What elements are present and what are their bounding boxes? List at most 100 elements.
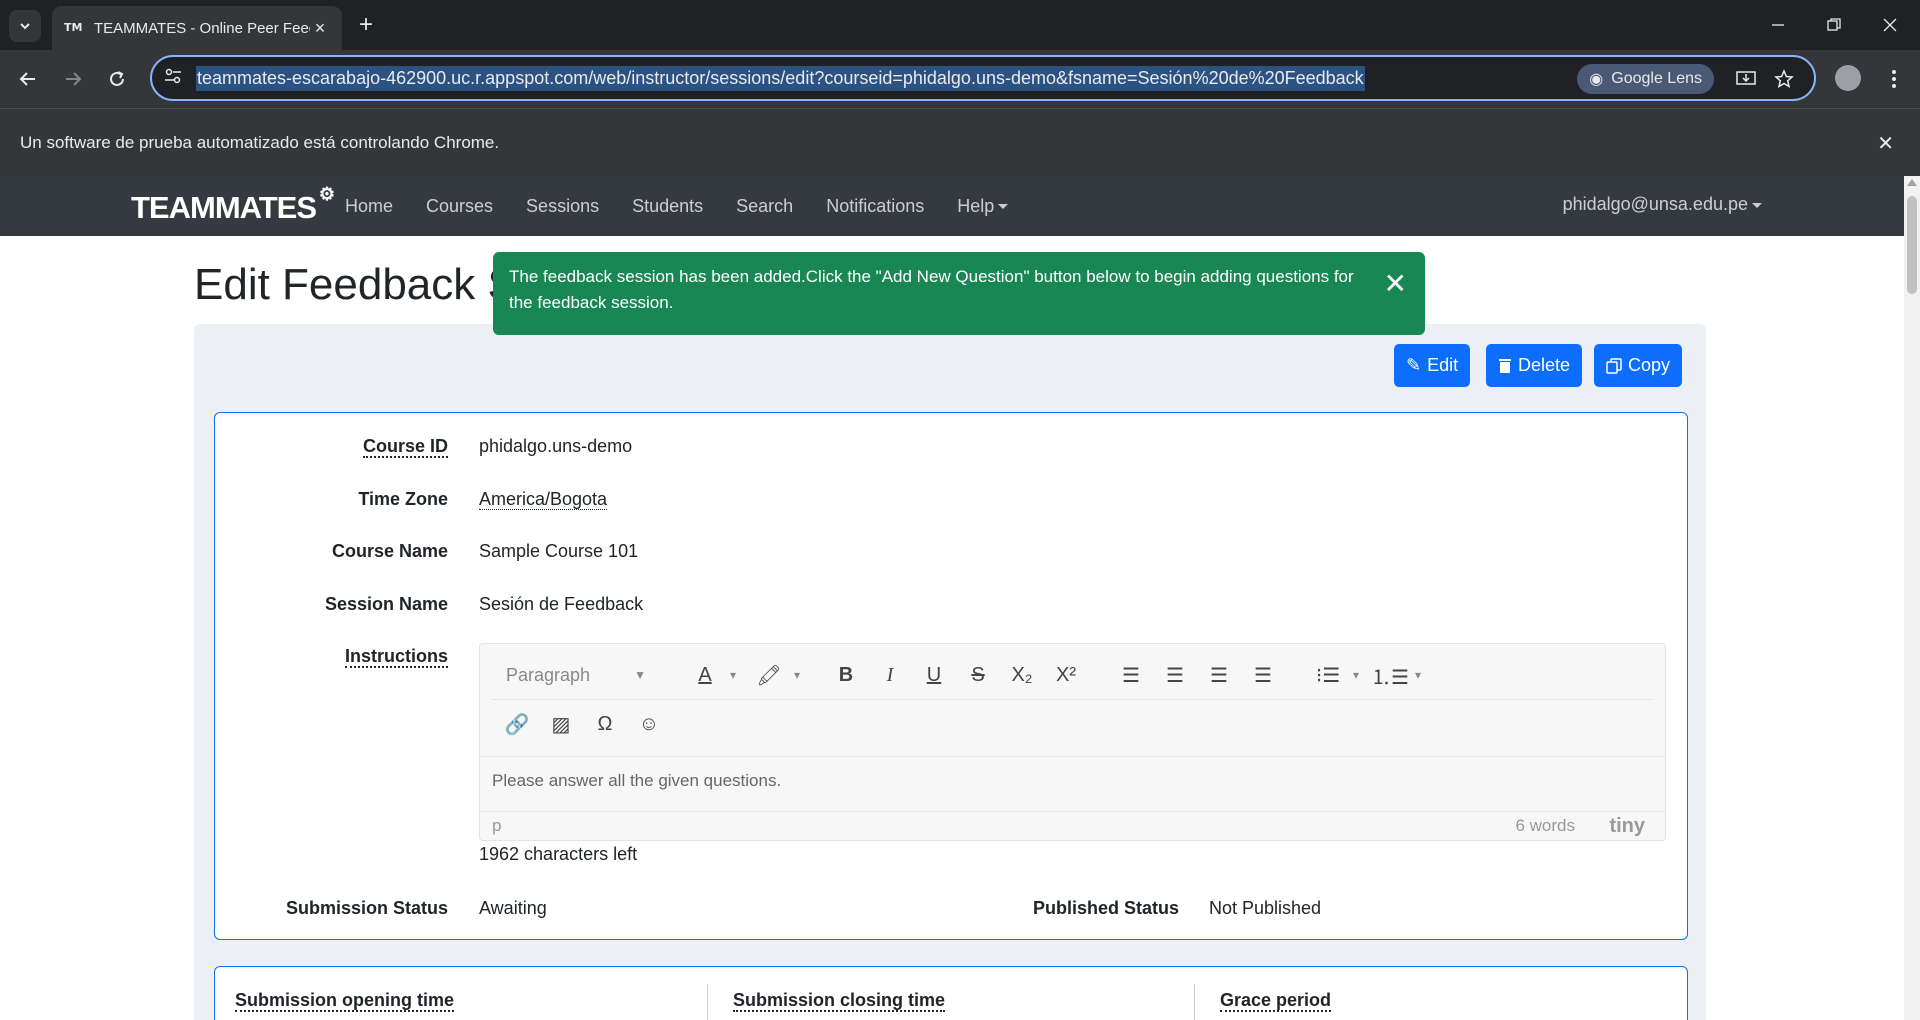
- superscript-icon[interactable]: X²: [1051, 660, 1081, 690]
- user-email: phidalgo@unsa.edu.pe: [1562, 194, 1748, 214]
- profile-avatar[interactable]: [1835, 65, 1861, 91]
- chevron-down-icon[interactable]: ▾: [718, 660, 748, 690]
- emoji-icon[interactable]: ☺: [634, 709, 664, 739]
- minimize-button[interactable]: [1750, 0, 1806, 50]
- nav-help-label: Help: [957, 195, 995, 216]
- opening-time-label-text: Submission opening time: [235, 990, 455, 1012]
- reload-button[interactable]: [101, 63, 133, 95]
- url-text[interactable]: teammates-escarabajo-462900.uc.r.appspot…: [196, 65, 1365, 91]
- opening-time-label: Submission opening time: [235, 990, 455, 1012]
- chevron-down-icon[interactable]: ▾: [1403, 660, 1433, 690]
- highlight-icon[interactable]: 🖍: [754, 660, 784, 690]
- lens-icon: ◉: [1589, 71, 1604, 88]
- editor-path: p: [492, 816, 502, 835]
- pencil-icon: ✎: [1406, 355, 1422, 375]
- session-name-value: Sesión de Feedback: [479, 594, 644, 614]
- teammates-logo[interactable]: TEAMMATES ⚙: [131, 184, 335, 226]
- editor-statusbar: p 6 words tiny: [480, 811, 1665, 841]
- subscript-icon[interactable]: X₂: [1007, 660, 1037, 690]
- nav-sessions[interactable]: Sessions: [526, 196, 599, 217]
- nav-students[interactable]: Students: [632, 196, 703, 217]
- app-navbar: TEAMMATES ⚙ Home Courses Sessions Studen…: [0, 176, 1904, 236]
- copy-label: Copy: [1628, 355, 1671, 375]
- italic-icon[interactable]: I: [875, 660, 905, 690]
- align-justify-icon[interactable]: ☰: [1248, 660, 1278, 690]
- bookmark-star-icon[interactable]: [1772, 67, 1796, 91]
- arrow-right-icon: [66, 72, 82, 86]
- course-id-label: Course ID: [362, 436, 448, 458]
- toast-close-icon[interactable]: ✕: [1384, 270, 1407, 298]
- published-status-value: Not Published: [1209, 898, 1322, 918]
- install-app-icon[interactable]: [1734, 67, 1758, 91]
- tiny-logo[interactable]: tiny: [1609, 815, 1645, 838]
- success-toast: The feedback session has been added.Clic…: [493, 252, 1425, 335]
- edit-label: Edit: [1427, 355, 1459, 375]
- reload-icon: [110, 71, 124, 86]
- block-format-select[interactable]: Paragraph ▼: [496, 659, 656, 691]
- back-button[interactable]: [12, 63, 44, 95]
- page-scrollbar[interactable]: [1904, 176, 1920, 1020]
- nav-home[interactable]: Home: [345, 196, 393, 217]
- submission-status-label: Submission Status: [285, 898, 448, 918]
- toast-message: The feedback session has been added.Clic…: [509, 267, 1354, 312]
- restore-button[interactable]: [1806, 0, 1862, 50]
- google-lens-button[interactable]: ◉ Google Lens: [1577, 64, 1714, 94]
- scroll-up-icon[interactable]: [1907, 179, 1917, 186]
- user-menu[interactable]: phidalgo@unsa.edu.pe: [1563, 194, 1762, 215]
- editor-content[interactable]: Please answer all the given questions.: [480, 756, 1665, 811]
- link-icon[interactable]: 🔗: [502, 709, 532, 739]
- word-count[interactable]: 6 words: [1515, 816, 1575, 836]
- caret-down-icon: [998, 204, 1009, 210]
- tab-search-button[interactable]: [9, 10, 41, 42]
- trash-icon: [1499, 358, 1511, 373]
- nav-courses[interactable]: Courses: [426, 196, 493, 217]
- teammates-favicon-icon: TM: [64, 21, 83, 34]
- submission-status-value: Awaiting: [479, 898, 547, 918]
- copy-icon: [1606, 357, 1622, 374]
- tab-close-icon[interactable]: ×: [310, 18, 330, 39]
- chevron-down-icon: ▼: [634, 668, 646, 682]
- arrow-left-icon: [19, 72, 35, 86]
- course-name-label: Course Name: [331, 541, 448, 561]
- strikethrough-icon[interactable]: S: [963, 660, 993, 690]
- chrome-menu-icon[interactable]: [1880, 64, 1908, 94]
- nav-search[interactable]: Search: [736, 196, 793, 217]
- address-bar[interactable]: teammates-escarabajo-462900.uc.r.appspot…: [150, 55, 1816, 101]
- instructions-label: Instructions: [344, 646, 448, 668]
- align-center-icon[interactable]: ☰: [1160, 660, 1190, 690]
- special-character-icon[interactable]: Ω: [590, 709, 620, 739]
- automation-infobar: Un software de prueba automatizado está …: [0, 108, 1920, 176]
- toolbar-divider: [492, 699, 1653, 700]
- edit-button[interactable]: ✎ Edit: [1394, 344, 1471, 387]
- new-tab-button[interactable]: +: [352, 12, 380, 40]
- minimize-icon: [1772, 24, 1784, 26]
- close-window-button[interactable]: [1862, 0, 1918, 50]
- copy-button[interactable]: Copy: [1594, 344, 1683, 387]
- nav-help[interactable]: Help: [957, 195, 1009, 217]
- numbered-list-icon[interactable]: ⒈☰: [1371, 660, 1409, 690]
- infobar-close-icon[interactable]: ✕: [1877, 131, 1894, 156]
- chevron-down-icon[interactable]: ▾: [1341, 660, 1371, 690]
- browser-tabbar: TM TEAMMATES - Online Peer Feedback × +: [0, 0, 1920, 50]
- instructions-editor[interactable]: Paragraph ▼ A ▾ 🖍 ▾ B I U S X₂ X² ☰ ☰ ☰ ☰…: [479, 643, 1666, 841]
- published-status-label: Published Status: [1032, 898, 1179, 918]
- restore-icon: [1827, 18, 1841, 31]
- site-info-icon[interactable]: [164, 67, 186, 90]
- caret-down-icon: [1752, 202, 1762, 208]
- browser-tab[interactable]: TM TEAMMATES - Online Peer Feedback ×: [52, 6, 342, 50]
- chevron-down-icon[interactable]: ▾: [782, 660, 812, 690]
- image-icon[interactable]: ▨: [546, 709, 576, 739]
- bold-icon[interactable]: B: [831, 660, 861, 690]
- lens-label: Google Lens: [1611, 70, 1702, 87]
- underline-icon[interactable]: U: [919, 660, 949, 690]
- nav-notifications[interactable]: Notifications: [826, 196, 924, 217]
- delete-button[interactable]: Delete: [1486, 344, 1583, 387]
- grace-period-label-text: Grace period: [1220, 990, 1332, 1012]
- column-divider: [707, 984, 708, 1020]
- align-left-icon[interactable]: ☰: [1116, 660, 1146, 690]
- align-right-icon[interactable]: ☰: [1204, 660, 1234, 690]
- scrollbar-thumb[interactable]: [1907, 196, 1917, 294]
- forward-button[interactable]: [57, 63, 89, 95]
- bullet-list-icon[interactable]: ⁝☰: [1313, 660, 1343, 690]
- text-color-icon[interactable]: A: [690, 660, 720, 690]
